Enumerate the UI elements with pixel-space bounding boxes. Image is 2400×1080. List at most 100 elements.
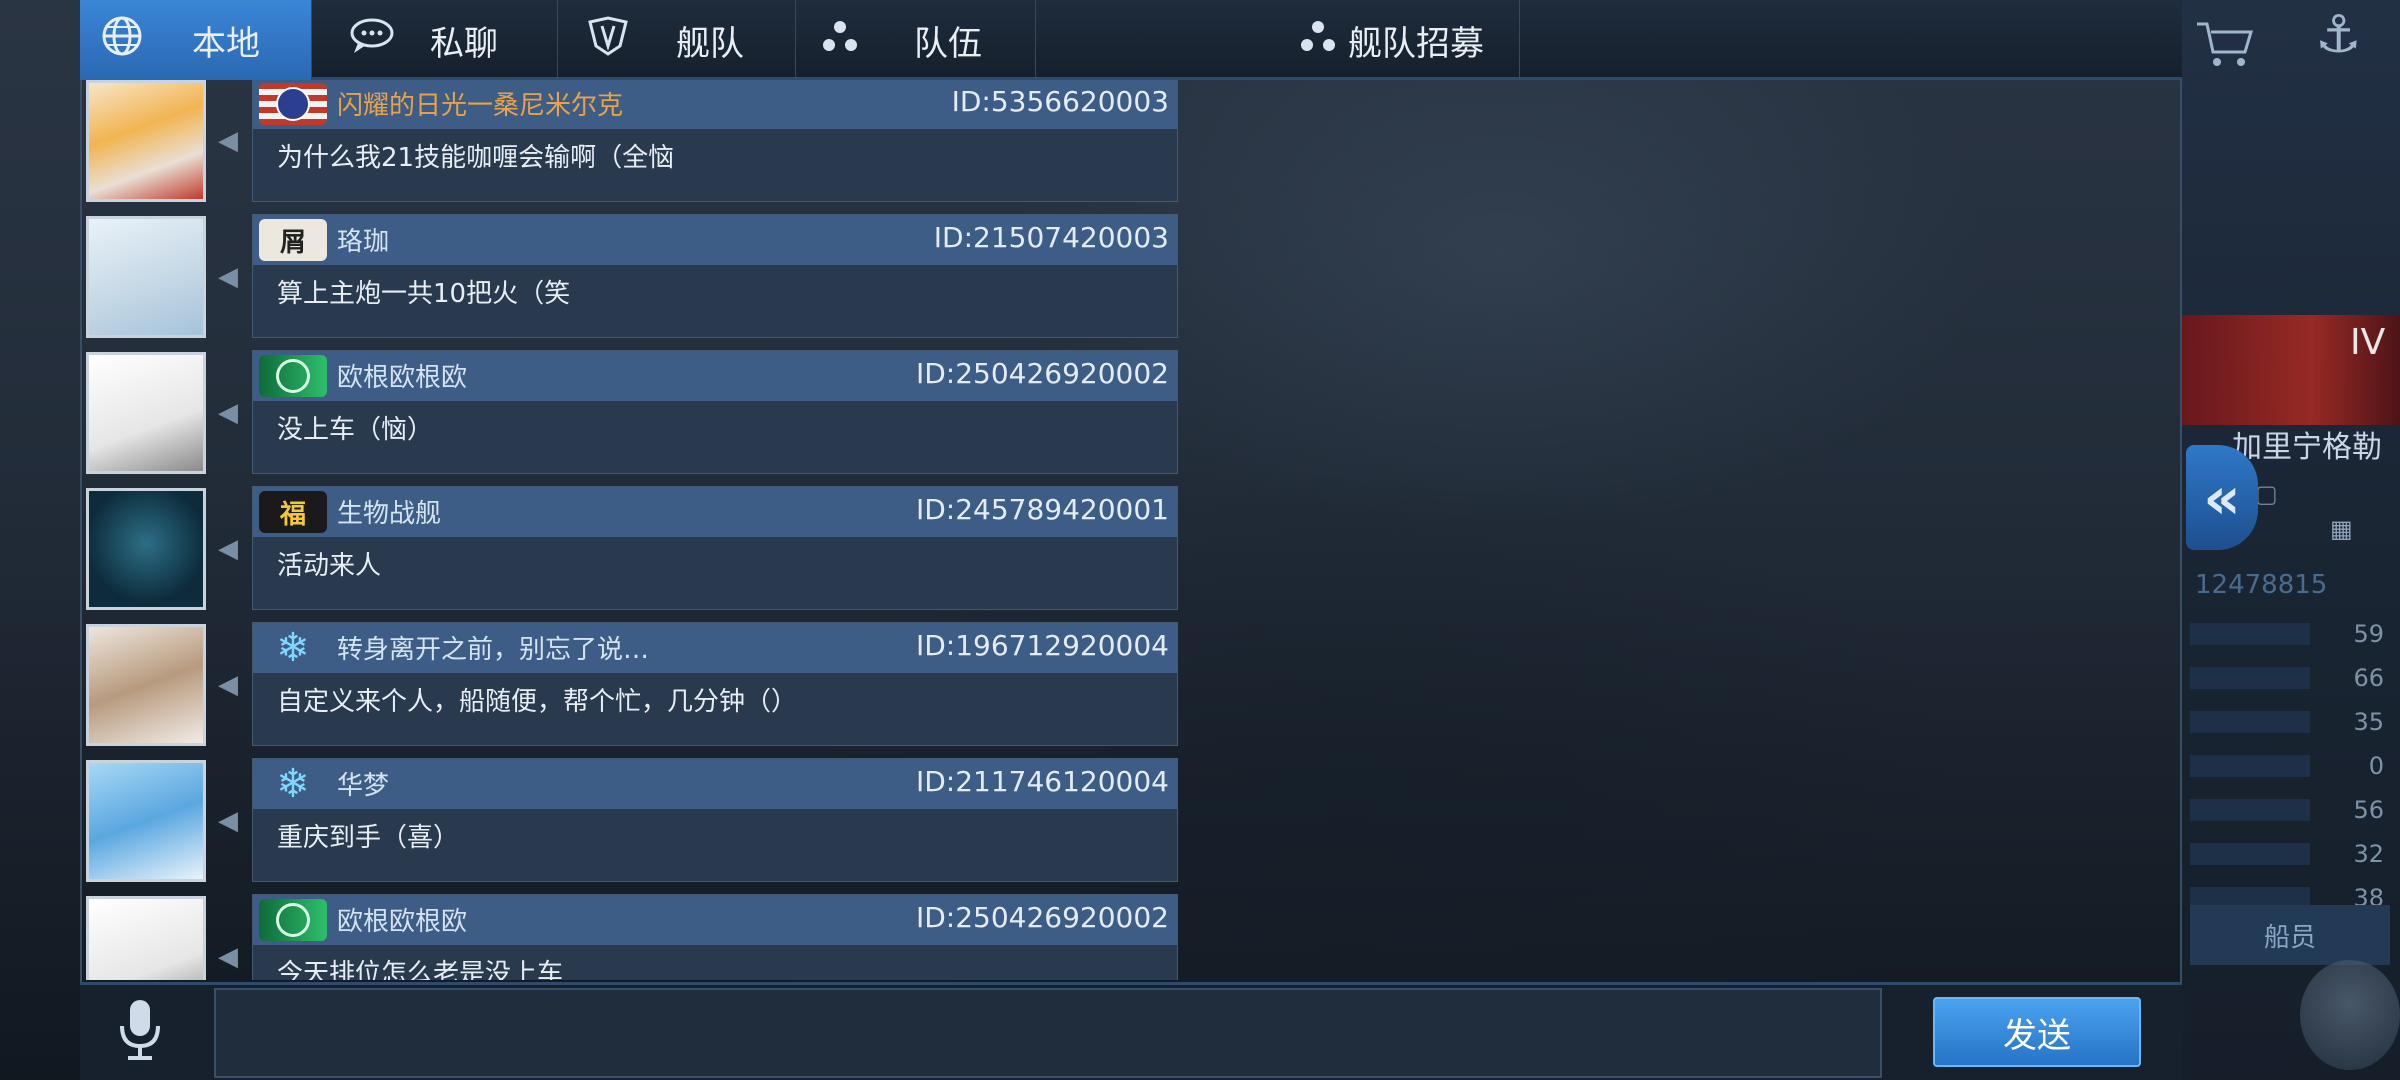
avatar[interactable] bbox=[86, 216, 206, 338]
message-text: 为什么我21技能咖喱会输啊（全恼 bbox=[277, 143, 675, 173]
send-button[interactable]: 发送 bbox=[1933, 997, 2141, 1067]
caret-left-icon: ◀ bbox=[218, 806, 238, 836]
chat-message-input[interactable] bbox=[214, 988, 1882, 1078]
captain-avatar[interactable] bbox=[2300, 960, 2400, 1070]
caret-left-icon: ◀ bbox=[218, 126, 238, 156]
sender-name[interactable]: 珞珈 bbox=[337, 221, 389, 258]
collapse-chat-button[interactable]: « bbox=[2186, 445, 2258, 550]
message-header: 屑 珞珈 ID:21507420003 bbox=[253, 215, 1177, 265]
caret-left-icon: ◀ bbox=[218, 398, 238, 428]
microphone-icon bbox=[120, 1000, 160, 1060]
stat-row: 59 bbox=[2180, 612, 2390, 656]
crew-button[interactable]: 船员 bbox=[2190, 905, 2390, 965]
avatar[interactable] bbox=[86, 624, 206, 746]
stat-row: 32 bbox=[2180, 832, 2390, 876]
double-chevron-left-icon: « bbox=[2203, 463, 2241, 532]
tab-private-chat[interactable]: 私聊 bbox=[312, 0, 558, 80]
tab-team[interactable]: 队伍 bbox=[796, 0, 1036, 80]
ship-name-label: 加里宁格勒 bbox=[2232, 430, 2382, 465]
sender-name[interactable]: 欧根欧根欧 bbox=[337, 357, 467, 394]
ship-tier-label: IV bbox=[2350, 322, 2386, 363]
tab-label: 私聊 bbox=[430, 23, 498, 64]
sender-id: ID:5356620003 bbox=[951, 85, 1169, 118]
snowflake-badge: ❄ bbox=[276, 761, 310, 807]
message-header: 闪耀的日光一桑尼米尔克 ID:5356620003 bbox=[253, 80, 1177, 129]
avatar[interactable] bbox=[86, 352, 206, 474]
message-header: 欧根欧根欧 ID:250426920002 bbox=[253, 351, 1177, 401]
message-header: ❄ 华梦 ID:211746120004 bbox=[253, 759, 1177, 809]
message-header: 福 生物战舰 ID:245789420001 bbox=[253, 487, 1177, 537]
chat-bubble-icon bbox=[348, 16, 396, 65]
stat-row: 35 bbox=[2180, 700, 2390, 744]
message-text: 活动来人 bbox=[277, 551, 382, 581]
team-dots-icon bbox=[820, 18, 860, 63]
panel-tab-module[interactable]: ▦ bbox=[2330, 515, 2353, 543]
caret-left-icon: ◀ bbox=[218, 262, 238, 292]
tab-label: 队伍 bbox=[914, 23, 982, 64]
list-item: ◀ 福 生物战舰 ID:245789420001 活动来人 bbox=[82, 486, 1180, 616]
avatar[interactable] bbox=[86, 80, 206, 202]
sender-name[interactable]: 生物战舰 bbox=[337, 493, 441, 530]
message-text: 算上主炮一共10把火（笑 bbox=[277, 279, 571, 309]
message-card: ❄ 转身离开之前，别忘了说… ID:196712920004 自定义来个人，船随… bbox=[252, 622, 1178, 746]
ship-stats-list: 59 66 35 0 56 32 38 bbox=[2180, 612, 2390, 920]
tab-label: 舰队 bbox=[676, 23, 744, 64]
sender-id: ID:196712920004 bbox=[915, 629, 1169, 662]
message-text: 重庆到手（喜） bbox=[277, 823, 460, 853]
message-text: 没上车（恼） bbox=[277, 415, 434, 445]
message-card: 闪耀的日光一桑尼米尔克 ID:5356620003 为什么我21技能咖喱会输啊（… bbox=[252, 80, 1178, 202]
message-header: 欧根欧根欧 ID:250426920002 bbox=[253, 895, 1177, 945]
anchor-icon[interactable]: ⚓ bbox=[2315, 5, 2362, 65]
panel-id-number: 12478815 bbox=[2195, 570, 2328, 600]
message-card: 欧根欧根欧 ID:250426920002 没上车（恼） bbox=[252, 350, 1178, 474]
us-flag-badge bbox=[259, 83, 327, 125]
caret-left-icon: ◀ bbox=[218, 670, 238, 700]
fleet-emblem-icon bbox=[586, 15, 630, 65]
list-item: ◀ ❄ 华梦 ID:211746120004 重庆到手（喜） bbox=[82, 758, 1180, 888]
team-dots-icon bbox=[1298, 18, 1338, 63]
message-card: 欧根欧根欧 ID:250426920002 今天排位怎么老是没上车 bbox=[252, 894, 1178, 980]
shop-cart-icon[interactable] bbox=[2195, 20, 2255, 70]
tab-fleet-recruit[interactable]: 舰队招募 bbox=[1036, 0, 1520, 80]
sender-name[interactable]: 华梦 bbox=[337, 765, 389, 802]
tab-label: 舰队招募 bbox=[1348, 23, 1484, 64]
tab-local[interactable]: 本地 bbox=[80, 0, 312, 80]
message-card: 屑 珞珈 ID:21507420003 算上主炮一共10把火（笑 bbox=[252, 214, 1178, 338]
sender-name[interactable]: 转身离开之前，别忘了说… bbox=[337, 629, 649, 666]
message-text: 自定义来个人，船随便，帮个忙，几分钟（） bbox=[277, 687, 798, 717]
sender-name[interactable]: 欧根欧根欧 bbox=[337, 901, 467, 938]
green-emblem-badge bbox=[259, 899, 327, 941]
message-text: 今天排位怎么老是没上车 bbox=[277, 959, 564, 980]
sender-id: ID:211746120004 bbox=[915, 765, 1169, 798]
avatar[interactable] bbox=[86, 488, 206, 610]
list-item: ◀ 闪耀的日光一桑尼米尔克 ID:5356620003 为什么我21技能咖喱会输… bbox=[82, 80, 1180, 208]
message-list[interactable]: ◀ 闪耀的日光一桑尼米尔克 ID:5356620003 为什么我21技能咖喱会输… bbox=[82, 80, 1180, 980]
green-emblem-badge bbox=[259, 355, 327, 397]
stat-row: 0 bbox=[2180, 744, 2390, 788]
voice-input-button[interactable] bbox=[110, 995, 170, 1065]
sender-name[interactable]: 闪耀的日光一桑尼米尔克 bbox=[337, 85, 623, 122]
tab-fleet[interactable]: 舰队 bbox=[558, 0, 796, 80]
sender-id: ID:21507420003 bbox=[933, 221, 1169, 254]
sender-id: ID:245789420001 bbox=[915, 493, 1169, 526]
message-header: ❄ 转身离开之前，别忘了说… ID:196712920004 bbox=[253, 623, 1177, 673]
list-item: ◀ 欧根欧根欧 ID:250426920002 今天排位怎么老是没上车 bbox=[82, 894, 1180, 980]
caret-left-icon: ◀ bbox=[218, 942, 238, 972]
list-item: ◀ 屑 珞珈 ID:21507420003 算上主炮一共10把火（笑 bbox=[82, 214, 1180, 344]
fu-badge: 福 bbox=[259, 491, 327, 533]
stat-row: 66 bbox=[2180, 656, 2390, 700]
globe-icon bbox=[100, 14, 144, 67]
tab-label: 本地 bbox=[192, 23, 260, 64]
calligraphy-badge: 屑 bbox=[259, 219, 327, 261]
list-item: ◀ ❄ 转身离开之前，别忘了说… ID:196712920004 自定义来个人，… bbox=[82, 622, 1180, 752]
message-card: 福 生物战舰 ID:245789420001 活动来人 bbox=[252, 486, 1178, 610]
list-item: ◀ 欧根欧根欧 ID:250426920002 没上车（恼） bbox=[82, 350, 1180, 480]
caret-left-icon: ◀ bbox=[218, 534, 238, 564]
sender-id: ID:250426920002 bbox=[915, 901, 1169, 934]
avatar[interactable] bbox=[86, 896, 206, 980]
avatar[interactable] bbox=[86, 760, 206, 882]
chat-tab-bar: 本地 私聊 舰队 队伍 舰队招募 bbox=[80, 0, 2182, 80]
message-card: ❄ 华梦 ID:211746120004 重庆到手（喜） bbox=[252, 758, 1178, 882]
snowflake-badge: ❄ bbox=[276, 625, 310, 671]
panel-tab-icon[interactable]: ▢ bbox=[2255, 480, 2278, 508]
